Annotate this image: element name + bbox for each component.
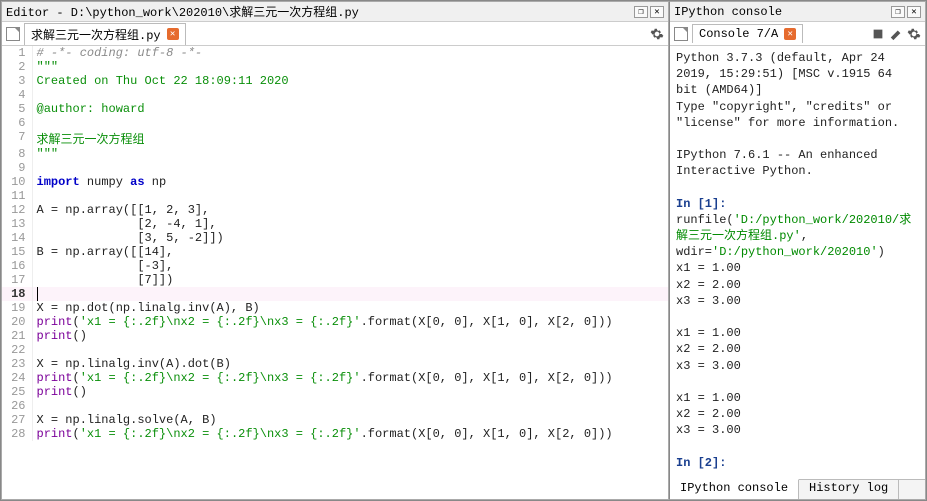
close-icon[interactable]: ✕ [650, 6, 664, 18]
gutter-line: 23 [2, 357, 32, 371]
code-line[interactable]: B = np.array([[14], [32, 245, 668, 259]
code-line[interactable] [32, 287, 668, 301]
app-root: Editor - D:\python_work\202010\求解三元一次方程组… [0, 0, 927, 501]
new-file-icon[interactable] [6, 27, 20, 41]
code-line[interactable]: X = np.linalg.solve(A, B) [32, 413, 668, 427]
gutter-line: 11 [2, 189, 32, 203]
bottom-tab-history[interactable]: History log [799, 480, 899, 499]
gutter-line: 6 [2, 116, 32, 130]
code-line[interactable]: [2, -4, 1], [32, 217, 668, 231]
code-line[interactable] [32, 189, 668, 203]
gutter-line: 20 [2, 315, 32, 329]
gutter-line: 21 [2, 329, 32, 343]
code-line[interactable] [32, 343, 668, 357]
gutter-line: 25 [2, 385, 32, 399]
restore-icon[interactable]: ❐ [634, 6, 648, 18]
gutter-line: 27 [2, 413, 32, 427]
tab-close-icon[interactable]: ✕ [167, 28, 179, 40]
code-line[interactable] [32, 116, 668, 130]
code-line[interactable]: A = np.array([[1, 2, 3], [32, 203, 668, 217]
gutter-line: 12 [2, 203, 32, 217]
code-line[interactable]: print('x1 = {:.2f}\nx2 = {:.2f}\nx3 = {:… [32, 371, 668, 385]
console-tab-label: Console 7/A [699, 27, 778, 41]
gutter-line: 15 [2, 245, 32, 259]
gutter-line: 19 [2, 301, 32, 315]
code-table: 1# -*- coding: utf-8 -*-2"""3Created on … [2, 46, 668, 441]
gutter-line: 22 [2, 343, 32, 357]
code-line[interactable]: """ [32, 147, 668, 161]
gutter-line: 8 [2, 147, 32, 161]
gutter-line: 28 [2, 427, 32, 441]
gutter-line: 3 [2, 74, 32, 88]
gutter-line: 4 [2, 88, 32, 102]
editor-tab-active[interactable]: 求解三元一次方程组.py ✕ [24, 23, 186, 45]
code-line[interactable] [32, 88, 668, 102]
restore-icon[interactable]: ❐ [891, 6, 905, 18]
clear-icon[interactable] [889, 27, 903, 41]
gutter-line: 13 [2, 217, 32, 231]
tab-close-icon[interactable]: ✕ [784, 28, 796, 40]
gutter-line: 24 [2, 371, 32, 385]
gutter-line: 10 [2, 175, 32, 189]
code-line[interactable]: print() [32, 385, 668, 399]
code-line[interactable]: 求解三元一次方程组 [32, 130, 668, 147]
console-bottom-tabs: IPython console History log [670, 479, 925, 499]
code-line[interactable]: # -*- coding: utf-8 -*- [32, 46, 668, 60]
editor-titlebar: Editor - D:\python_work\202010\求解三元一次方程组… [2, 2, 668, 22]
editor-tab-label: 求解三元一次方程组.py [31, 26, 161, 43]
bottom-tab-ipython[interactable]: IPython console [670, 479, 799, 499]
code-line[interactable] [32, 399, 668, 413]
console-output[interactable]: Python 3.7.3 (default, Apr 24 2019, 15:2… [670, 46, 925, 479]
gutter-line: 5 [2, 102, 32, 116]
code-line[interactable] [32, 161, 668, 175]
console-tab-active[interactable]: Console 7/A ✕ [692, 24, 803, 43]
editor-tabbar: 求解三元一次方程组.py ✕ [2, 22, 668, 46]
code-line[interactable]: """ [32, 60, 668, 74]
console-titlebar: IPython console ❐ ✕ [670, 2, 925, 22]
code-line[interactable]: [3, 5, -2]]) [32, 231, 668, 245]
code-line[interactable]: [7]]) [32, 273, 668, 287]
editor-pane: Editor - D:\python_work\202010\求解三元一次方程组… [1, 1, 669, 500]
gutter-line: 1 [2, 46, 32, 60]
gear-icon[interactable] [650, 27, 664, 41]
code-line[interactable]: @author: howard [32, 102, 668, 116]
new-console-icon[interactable] [674, 27, 688, 41]
gutter-line: 7 [2, 130, 32, 147]
editor-title: Editor - D:\python_work\202010\求解三元一次方程组… [6, 3, 359, 20]
code-line[interactable]: print('x1 = {:.2f}\nx2 = {:.2f}\nx3 = {:… [32, 427, 668, 441]
console-pane: IPython console ❐ ✕ Console 7/A ✕ [669, 1, 926, 500]
gutter-line: 18 [2, 287, 32, 301]
gutter-line: 2 [2, 60, 32, 74]
gutter-line: 16 [2, 259, 32, 273]
gutter-line: 14 [2, 231, 32, 245]
close-icon[interactable]: ✕ [907, 6, 921, 18]
code-line[interactable]: print() [32, 329, 668, 343]
code-line[interactable]: import numpy as np [32, 175, 668, 189]
stop-icon[interactable] [871, 27, 885, 41]
code-line[interactable]: Created on Thu Oct 22 18:09:11 2020 [32, 74, 668, 88]
code-line[interactable]: [-3], [32, 259, 668, 273]
code-line[interactable]: X = np.linalg.inv(A).dot(B) [32, 357, 668, 371]
gutter-line: 26 [2, 399, 32, 413]
gutter-line: 9 [2, 161, 32, 175]
code-editor[interactable]: 1# -*- coding: utf-8 -*-2"""3Created on … [2, 46, 668, 499]
console-title: IPython console [674, 5, 782, 19]
gear-icon[interactable] [907, 27, 921, 41]
console-tabbar: Console 7/A ✕ [670, 22, 925, 46]
code-line[interactable]: print('x1 = {:.2f}\nx2 = {:.2f}\nx3 = {:… [32, 315, 668, 329]
code-line[interactable]: X = np.dot(np.linalg.inv(A), B) [32, 301, 668, 315]
gutter-line: 17 [2, 273, 32, 287]
